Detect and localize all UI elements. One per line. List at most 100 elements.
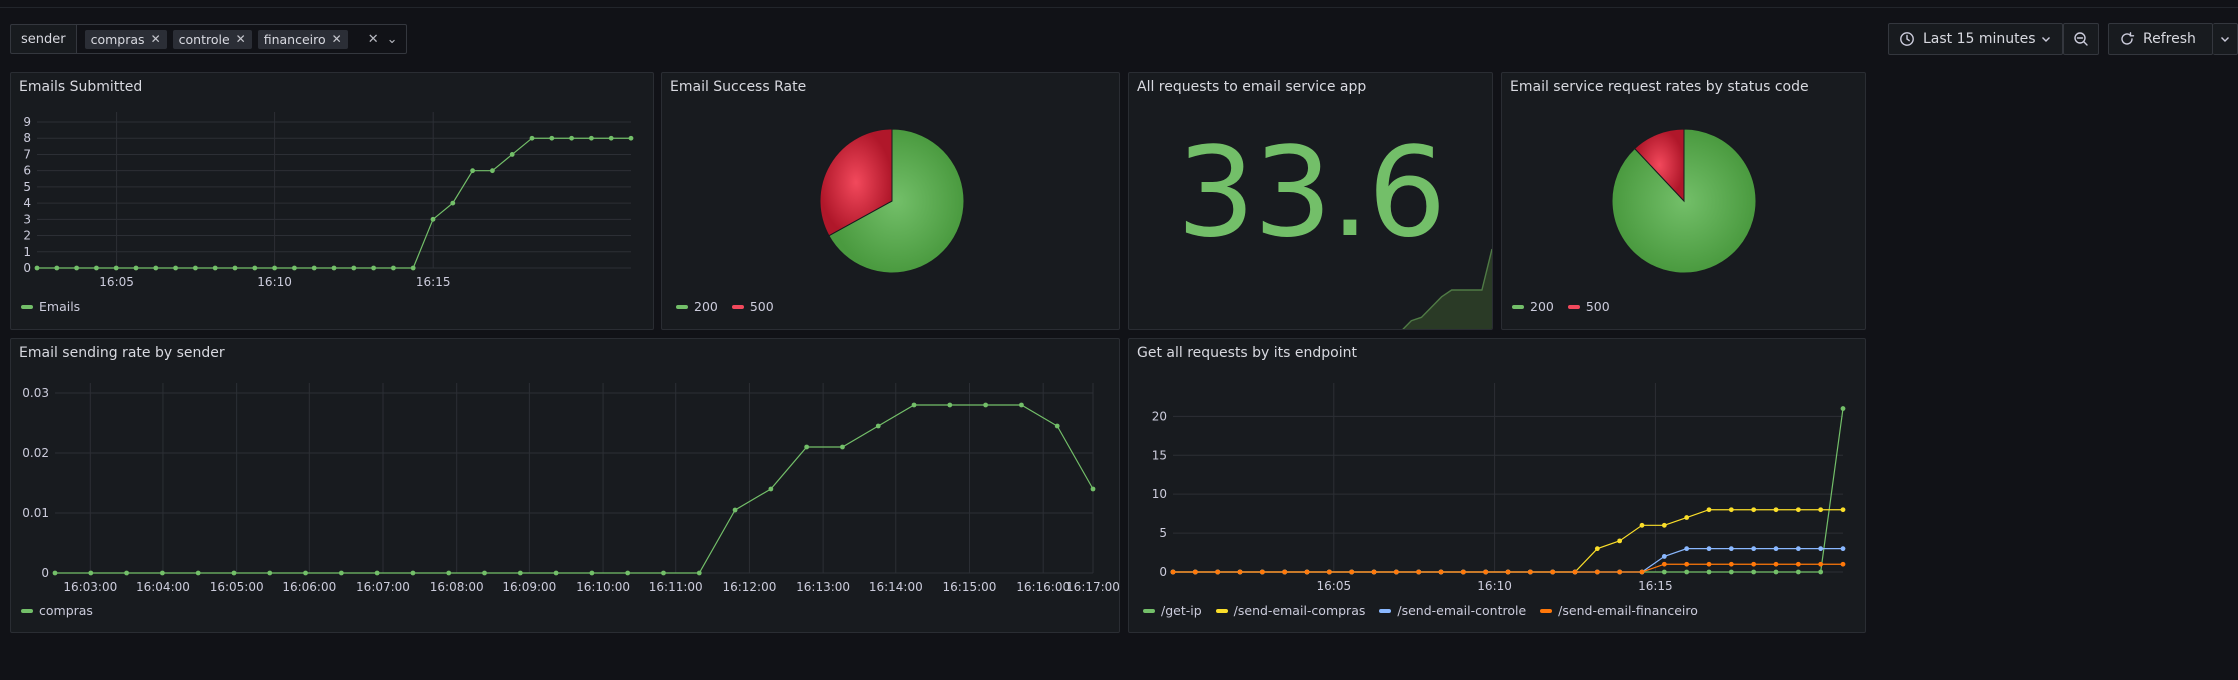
data-point — [311, 265, 317, 271]
data-point — [1639, 522, 1645, 528]
close-icon[interactable]: ✕ — [368, 32, 379, 47]
data-point — [1840, 546, 1846, 552]
data-point — [252, 265, 258, 271]
y-tick-label: 1 — [23, 245, 31, 259]
data-point — [569, 135, 574, 141]
data-point — [351, 265, 357, 271]
x-tick-label: 16:05 — [99, 275, 134, 289]
data-point — [1054, 423, 1060, 429]
data-point — [1773, 561, 1779, 567]
refresh-button[interactable]: Refresh — [2108, 23, 2213, 55]
x-tick-label: 16:16:00 — [1016, 580, 1070, 594]
data-point — [589, 135, 594, 141]
data-point — [1090, 486, 1096, 492]
data-point — [1728, 546, 1734, 552]
legend-item[interactable]: compras — [21, 603, 93, 618]
data-point — [1259, 569, 1265, 575]
x-tick-label: 16:15 — [416, 275, 451, 289]
variable-chip: financeiro ✕ — [257, 29, 348, 49]
x-tick-label: 16:10 — [257, 275, 292, 289]
legend-item[interactable]: 500 — [731, 299, 774, 314]
data-point — [549, 135, 555, 141]
data-point — [1237, 569, 1243, 575]
legend-item[interactable]: /send-email-controle — [1379, 603, 1526, 618]
close-icon[interactable]: ✕ — [332, 32, 342, 46]
data-point — [303, 570, 308, 576]
zoom-out-button[interactable] — [2063, 23, 2099, 55]
series-line — [1173, 548, 1843, 573]
data-point — [1795, 507, 1801, 513]
y-tick-label: 6 — [23, 164, 31, 178]
emails-submitted-chart: 0 1 2 3 4 5 6 7 8 9 16:05 16:10 16:15 — [23, 112, 634, 289]
variable-chip: compras ✕ — [84, 29, 167, 49]
panel-all-requests[interactable]: All requests to email service app 33.6 — [1128, 72, 1493, 330]
series-line — [1173, 509, 1843, 573]
legend-item[interactable]: /send-email-compras — [1215, 603, 1365, 618]
data-point — [1751, 569, 1757, 575]
chevron-down-icon — [2042, 37, 2050, 42]
legend-item[interactable]: 500 — [1567, 299, 1610, 314]
data-point — [1773, 546, 1779, 552]
legend: compras — [21, 603, 93, 618]
data-point — [232, 265, 238, 271]
panel-status-code-rates[interactable]: Email service request rates by status co… — [1501, 72, 1866, 330]
data-point — [482, 570, 487, 576]
data-point — [1661, 554, 1667, 559]
data-point — [193, 265, 198, 271]
top-divider — [0, 0, 2238, 8]
data-point — [1304, 569, 1310, 575]
refresh-interval-dropdown[interactable] — [2213, 23, 2238, 55]
close-icon[interactable]: ✕ — [151, 32, 161, 46]
time-range-picker[interactable]: Last 15 minutes — [1888, 23, 2063, 55]
panel-email-success-rate[interactable]: Email Success Rate 200 500 — [661, 72, 1120, 330]
data-point — [1550, 569, 1556, 575]
data-point — [1572, 569, 1578, 575]
sending-rate-chart: 0 0.01 0.02 0.03 16:03:00 16:04:00 16:05:00 16:… — [22, 383, 1120, 594]
chip-label: compras — [90, 31, 145, 47]
data-point — [1416, 569, 1422, 575]
variable-bar: sender compras ✕ controle ✕ financeiro ✕… — [10, 24, 407, 54]
legend-item[interactable]: /get-ip — [1143, 603, 1202, 618]
legend-item[interactable]: 200 — [676, 299, 718, 314]
legend: 200 500 — [1512, 299, 1610, 314]
data-point — [94, 265, 99, 271]
data-point — [410, 570, 416, 576]
refresh-icon — [2121, 32, 2135, 45]
y-tick-label: 15 — [1152, 448, 1167, 462]
data-point — [804, 444, 810, 450]
legend-item[interactable]: 200 — [1512, 299, 1554, 314]
y-tick-label: 0.03 — [22, 386, 49, 400]
y-tick-label: 9 — [23, 115, 31, 129]
close-icon[interactable]: ✕ — [236, 32, 246, 46]
panel-emails-submitted[interactable]: Emails Submitted 0 1 2 3 4 5 6 7 8 9 16:05 16:10 16:… — [10, 72, 654, 330]
x-tick-label: 16:08:00 — [430, 580, 484, 594]
data-point — [371, 265, 376, 271]
data-point — [159, 570, 165, 576]
y-tick-label: 5 — [1159, 526, 1167, 540]
legend: 200 500 — [676, 299, 774, 314]
data-point — [1438, 569, 1444, 575]
data-point — [1706, 546, 1712, 552]
data-point — [661, 570, 666, 576]
data-point — [1527, 569, 1533, 575]
variable-label: sender — [10, 24, 76, 54]
x-tick-label: 16:14:00 — [869, 580, 923, 594]
data-point — [1751, 546, 1757, 552]
x-tick-label: 16:13:00 — [796, 580, 850, 594]
panel-sending-rate[interactable]: Email sending rate by sender 0 0.01 0.02 0.… — [10, 338, 1120, 633]
chevron-down-icon[interactable]: ⌄ — [387, 32, 398, 47]
variable-select[interactable]: compras ✕ controle ✕ financeiro ✕ ✕ ⌄ — [75, 24, 407, 54]
data-point — [1728, 561, 1734, 567]
legend-item[interactable]: /send-email-financeiro — [1540, 603, 1698, 618]
y-tick-label: 0 — [41, 566, 49, 580]
y-tick-label: 8 — [23, 131, 31, 145]
data-point — [1661, 561, 1667, 567]
data-point — [133, 265, 139, 271]
legend-item[interactable]: Emails — [21, 299, 80, 314]
data-point — [553, 570, 559, 576]
panel-endpoint-requests[interactable]: Get all requests by its endpoint 0 5 10 15 2… — [1128, 338, 1866, 633]
x-tick-label: 16:11:00 — [649, 580, 703, 594]
x-tick-label: 16:15:00 — [943, 580, 997, 594]
data-point — [1818, 561, 1824, 567]
data-point — [1215, 569, 1221, 575]
